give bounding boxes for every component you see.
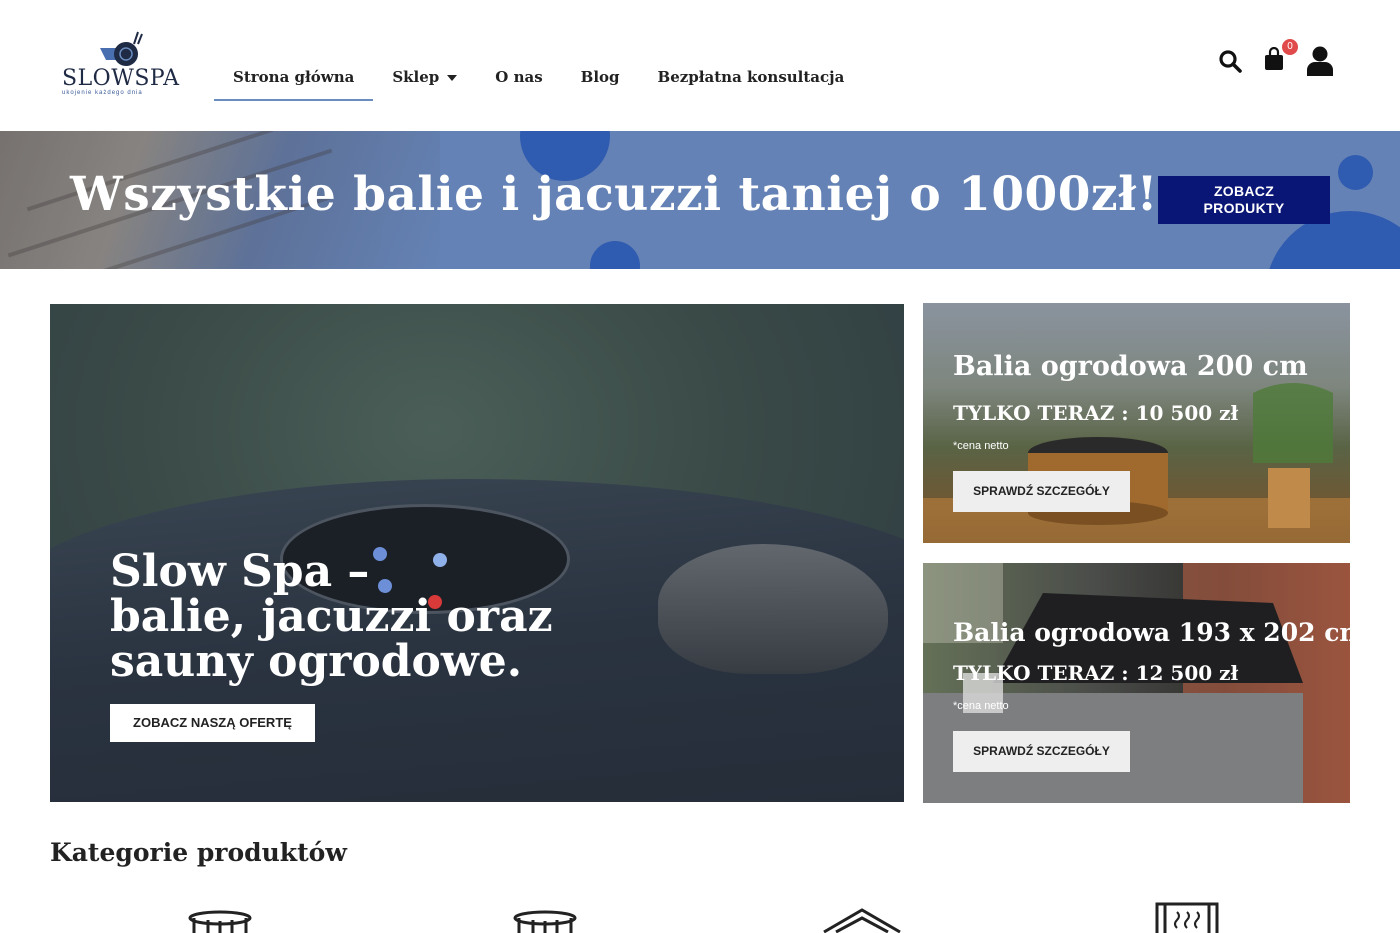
- details-button[interactable]: SPRAWDŹ SZCZEGÓŁY: [953, 471, 1130, 512]
- product-card: Balia ogrodowa 193 x 202 cm TYLKO TERAZ …: [923, 563, 1350, 803]
- card-price-note: *cena netto: [953, 440, 1009, 452]
- hot-tub-icon[interactable]: [188, 900, 252, 933]
- nav-label: Bezpłatna konsultacja: [657, 68, 845, 86]
- header-actions: 0: [1218, 38, 1334, 76]
- hero-title-line: sauny ogrodowe.: [110, 636, 523, 687]
- nav-item-consultation[interactable]: Bezpłatna konsultacja: [639, 56, 864, 102]
- categories-heading: Kategorie produktów: [50, 838, 347, 867]
- hot-tub-icon[interactable]: [513, 900, 577, 933]
- card-title: Balia ogrodowa 193 x 202 cm: [953, 618, 1350, 647]
- card-title: Balia ogrodowa 200 cm: [953, 351, 1308, 382]
- site-header: SLOWSPA ukojenie każdego dnia Strona głó…: [0, 0, 1400, 131]
- logo-tagline: ukojenie każdego dnia: [62, 90, 143, 96]
- sauna-icon[interactable]: [1155, 902, 1219, 933]
- see-offer-button[interactable]: ZOBACZ NASZĄ OFERTĘ: [110, 704, 315, 742]
- user-icon[interactable]: [1306, 46, 1334, 76]
- decor-circle: [590, 241, 640, 269]
- button-label: PRODUKTY: [1203, 200, 1285, 216]
- cart-icon: [1265, 46, 1283, 70]
- hero-title: Slow Spa – balie, jacuzzi oraz sauny ogr…: [110, 549, 553, 684]
- nav-item-home[interactable]: Strona główna: [214, 56, 374, 102]
- nav-label: Blog: [580, 68, 620, 86]
- nav-item-about[interactable]: O nas: [476, 56, 561, 102]
- promo-title: Wszystkie balie i jacuzzi taniej o 1000z…: [70, 167, 1158, 222]
- card-price: TYLKO TERAZ : 10 500 zł: [953, 401, 1239, 425]
- details-button[interactable]: SPRAWDŹ SZCZEGÓŁY: [953, 731, 1130, 772]
- see-products-button[interactable]: ZOBACZ PRODUKTY: [1158, 176, 1330, 224]
- cart-count-badge: 0: [1282, 38, 1298, 55]
- nav-item-blog[interactable]: Blog: [562, 56, 639, 102]
- nav-label: Strona główna: [233, 68, 355, 86]
- product-card: Balia ogrodowa 200 cm TYLKO TERAZ : 10 5…: [923, 303, 1350, 543]
- nav-label: O nas: [495, 68, 543, 86]
- hero-title-line: balie, jacuzzi oraz: [110, 591, 553, 642]
- main-nav: Strona główna Sklep O nas Blog Bezpłatna…: [214, 56, 863, 102]
- hero-title-line: Slow Spa –: [110, 546, 370, 597]
- hero-banner: Slow Spa – balie, jacuzzi oraz sauny ogr…: [50, 304, 904, 802]
- decor-circle: [1338, 155, 1373, 190]
- promo-banner: Wszystkie balie i jacuzzi taniej o 1000z…: [0, 131, 1400, 269]
- search-icon[interactable]: [1218, 49, 1242, 73]
- button-label: ZOBACZ: [1213, 183, 1275, 199]
- caret-down-icon: [447, 75, 458, 81]
- snail-logo-icon: [100, 31, 143, 66]
- card-price-note: *cena netto: [953, 700, 1009, 712]
- site-logo[interactable]: SLOWSPA ukojenie każdego dnia: [60, 30, 185, 102]
- nav-label: Sklep: [392, 68, 440, 86]
- jacuzzi-icon[interactable]: [822, 906, 902, 933]
- nav-item-shop[interactable]: Sklep: [373, 56, 476, 102]
- cart-button[interactable]: 0: [1264, 38, 1298, 76]
- card-price: TYLKO TERAZ : 12 500 zł: [953, 661, 1239, 685]
- logo-text: SLOWSPA: [62, 66, 180, 91]
